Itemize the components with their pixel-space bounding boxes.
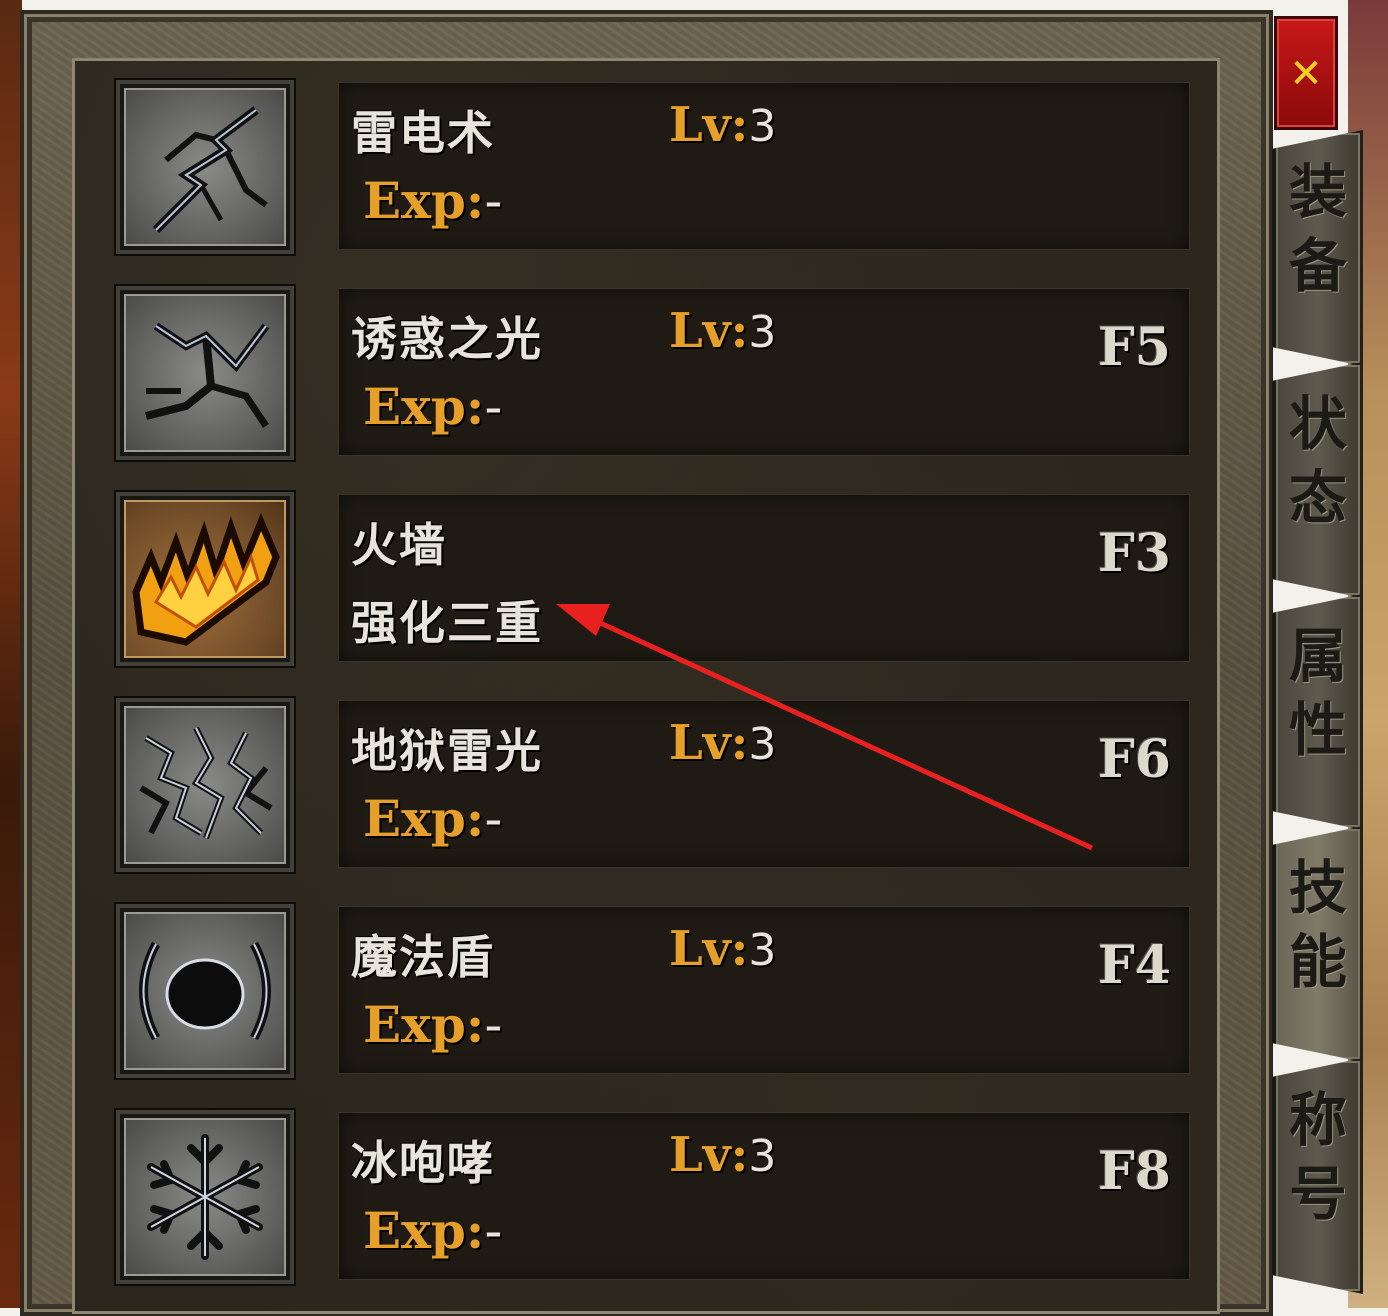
skill-name: 雷电术 <box>351 106 495 160</box>
magic-shield-icon <box>124 912 286 1070</box>
skill-row[interactable]: 冰咆哮 Lv:3 Exp:- F8 <box>114 1108 1190 1288</box>
skill-exp: Exp:- <box>363 995 503 1054</box>
skill-hotkey: F3 <box>1097 523 1171 584</box>
skill-info-panel: 地狱雷光 Lv:3 Exp:- F6 <box>338 700 1190 868</box>
skill-icon-slot[interactable] <box>114 1108 296 1286</box>
skill-icon-slot[interactable] <box>114 490 296 668</box>
skill-exp: Exp:- <box>363 789 503 848</box>
skill-row[interactable]: 雷电术 Lv:3 Exp:- <box>114 78 1190 258</box>
skill-level: Lv:3 <box>669 303 777 359</box>
tab-attributes[interactable]: 属性 <box>1272 594 1363 830</box>
skill-exp: Exp:- <box>363 377 503 436</box>
skill-row[interactable]: 魔法盾 Lv:3 Exp:- F4 <box>114 902 1190 1082</box>
skill-info-panel: 诱惑之光 Lv:3 Exp:- F5 <box>338 288 1190 456</box>
close-icon: ✕ <box>1289 51 1323 97</box>
skill-level: Lv:3 <box>669 1127 777 1183</box>
tab-title[interactable]: 称号 <box>1272 1058 1363 1294</box>
skill-name: 火墙 <box>351 518 447 572</box>
skill-info-panel: 雷电术 Lv:3 Exp:- <box>338 82 1190 250</box>
hell-thunder-icon <box>124 706 286 864</box>
skill-hotkey: F8 <box>1097 1141 1171 1202</box>
skill-exp: Exp:- <box>363 171 503 230</box>
skill-info-panel: 火墙 强化三重 F3 <box>338 494 1190 662</box>
skill-row[interactable]: 地狱雷光 Lv:3 Exp:- F6 <box>114 696 1190 876</box>
skill-hotkey: F6 <box>1097 729 1171 790</box>
lure-light-icon <box>124 294 286 452</box>
tab-equipment[interactable]: 装备 <box>1272 130 1363 366</box>
skill-row[interactable]: 火墙 强化三重 F3 <box>114 490 1190 670</box>
skill-icon-slot[interactable] <box>114 284 296 462</box>
tab-skills[interactable]: 技能 <box>1272 826 1363 1062</box>
skill-level: Lv:3 <box>669 715 777 771</box>
skill-name: 地狱雷光 <box>351 724 543 778</box>
skill-hotkey: F5 <box>1097 317 1171 378</box>
skill-hotkey: F4 <box>1097 935 1171 996</box>
skill-row[interactable]: 诱惑之光 Lv:3 Exp:- F5 <box>114 284 1190 464</box>
skill-enhancement: 强化三重 <box>351 596 543 650</box>
lightning-bolt-icon <box>124 88 286 246</box>
skill-name: 诱惑之光 <box>351 312 543 366</box>
snowflake-icon <box>124 1118 286 1276</box>
skill-icon-slot[interactable] <box>114 902 296 1080</box>
skill-exp: Exp:- <box>363 1201 503 1260</box>
skill-info-panel: 魔法盾 Lv:3 Exp:- F4 <box>338 906 1190 1074</box>
skill-level: Lv:3 <box>669 921 777 977</box>
side-tab-bar: ✕ 装备 状态 属性 技能 称号 <box>1268 10 1368 1308</box>
skill-info-panel: 冰咆哮 Lv:3 Exp:- F8 <box>338 1112 1190 1280</box>
tab-status[interactable]: 状态 <box>1272 362 1363 598</box>
skill-icon-slot[interactable] <box>114 78 296 256</box>
skill-level: Lv:3 <box>669 97 777 153</box>
close-button[interactable]: ✕ <box>1274 16 1338 130</box>
fire-wall-icon <box>124 500 286 658</box>
skill-icon-slot[interactable] <box>114 696 296 874</box>
game-world-left-edge <box>0 0 22 1308</box>
skill-name: 魔法盾 <box>351 930 495 984</box>
skill-name: 冰咆哮 <box>351 1136 495 1190</box>
